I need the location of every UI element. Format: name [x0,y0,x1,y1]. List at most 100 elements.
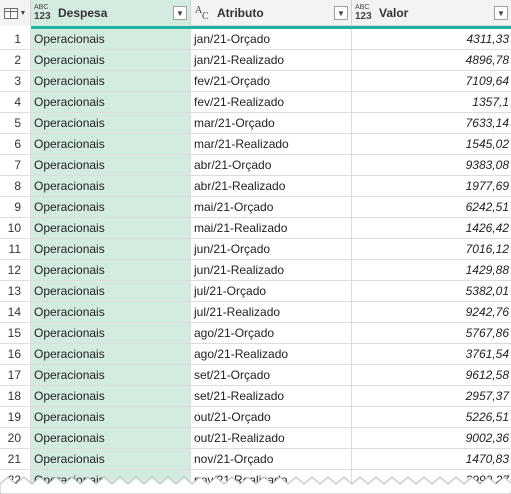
cell-atributo[interactable]: jun/21-Realizado [191,260,352,280]
cell-despesa[interactable]: Operacionais [31,134,191,154]
cell-atributo[interactable]: nov/21-Orçado [191,449,352,469]
cell-despesa[interactable]: Operacionais [31,50,191,70]
row-number[interactable]: 5 [0,113,31,133]
row-number[interactable]: 21 [0,449,31,469]
row-number[interactable]: 15 [0,323,31,343]
table-row[interactable]: 4 Operacionais fev/21-Realizado 1357,1 [0,92,511,113]
cell-valor[interactable]: 4896,78 [352,50,511,70]
cell-despesa[interactable]: Operacionais [31,428,191,448]
row-number[interactable]: 8 [0,176,31,196]
cell-despesa[interactable]: Operacionais [31,113,191,133]
cell-valor[interactable]: 1429,88 [352,260,511,280]
cell-despesa[interactable]: Operacionais [31,323,191,343]
row-number[interactable]: 20 [0,428,31,448]
table-row[interactable]: 7 Operacionais abr/21-Orçado 9383,08 [0,155,511,176]
table-row[interactable]: 11 Operacionais jun/21-Orçado 7016,12 [0,239,511,260]
cell-valor[interactable]: 7016,12 [352,239,511,259]
cell-valor[interactable]: 7109,64 [352,71,511,91]
table-row[interactable]: 2 Operacionais jan/21-Realizado 4896,78 [0,50,511,71]
row-number[interactable]: 1 [0,29,31,49]
table-row[interactable]: 16 Operacionais ago/21-Realizado 3761,54 [0,344,511,365]
cell-valor[interactable]: 1977,69 [352,176,511,196]
table-row[interactable]: 20 Operacionais out/21-Realizado 9002,36 [0,428,511,449]
row-number[interactable]: 6 [0,134,31,154]
row-number[interactable]: 13 [0,281,31,301]
table-row[interactable]: 21 Operacionais nov/21-Orçado 1470,83 [0,449,511,470]
cell-despesa[interactable]: Operacionais [31,176,191,196]
cell-valor[interactable]: 6242,51 [352,197,511,217]
table-row[interactable]: 6 Operacionais mar/21-Realizado 1545,02 [0,134,511,155]
cell-valor[interactable]: 1470,83 [352,449,511,469]
cell-despesa[interactable]: Operacionais [31,218,191,238]
cell-valor[interactable]: 9002,36 [352,428,511,448]
cell-valor[interactable]: 9242,76 [352,302,511,322]
cell-atributo[interactable]: jan/21-Orçado [191,29,352,49]
cell-despesa[interactable]: Operacionais [31,260,191,280]
cell-atributo[interactable]: abr/21-Realizado [191,176,352,196]
cell-atributo[interactable]: set/21-Realizado [191,386,352,406]
row-number[interactable]: 14 [0,302,31,322]
row-number[interactable]: 4 [0,92,31,112]
cell-despesa[interactable]: Operacionais [31,365,191,385]
cell-despesa[interactable]: Operacionais [31,386,191,406]
row-number[interactable]: 16 [0,344,31,364]
row-number[interactable]: 3 [0,71,31,91]
chevron-down-icon[interactable]: ▼ [173,6,187,20]
cell-atributo[interactable]: jul/21-Realizado [191,302,352,322]
cell-despesa[interactable]: Operacionais [31,92,191,112]
chevron-down-icon[interactable]: ▼ [334,6,348,20]
table-row[interactable]: 15 Operacionais ago/21-Orçado 5767,86 [0,323,511,344]
row-number[interactable]: 17 [0,365,31,385]
column-header-atributo[interactable]: AC Atributo ▼ [191,0,352,26]
column-header-despesa[interactable]: ABC 123 Despesa ▼ [31,0,191,26]
table-row[interactable]: 9 Operacionais mai/21-Orçado 6242,51 [0,197,511,218]
row-number[interactable]: 10 [0,218,31,238]
cell-despesa[interactable]: Operacionais [31,281,191,301]
chevron-down-icon[interactable]: ▼ [494,6,508,20]
cell-valor[interactable]: 4311,33 [352,29,511,49]
cell-valor[interactable]: 9383,08 [352,155,511,175]
cell-atributo[interactable]: mai/21-Orçado [191,197,352,217]
cell-despesa[interactable]: Operacionais [31,239,191,259]
table-row[interactable]: 14 Operacionais jul/21-Realizado 9242,76 [0,302,511,323]
table-row[interactable]: 8 Operacionais abr/21-Realizado 1977,69 [0,176,511,197]
cell-atributo[interactable]: jan/21-Realizado [191,50,352,70]
cell-despesa[interactable]: Operacionais [31,407,191,427]
cell-valor[interactable]: 9612,58 [352,365,511,385]
table-row[interactable]: 1 Operacionais jan/21-Orçado 4311,33 [0,29,511,50]
cell-despesa[interactable]: Operacionais [31,197,191,217]
cell-atributo[interactable]: fev/21-Realizado [191,92,352,112]
column-header-valor[interactable]: ABC 123 Valor ▼ [352,0,511,26]
row-number[interactable]: 11 [0,239,31,259]
table-row[interactable]: 12 Operacionais jun/21-Realizado 1429,88 [0,260,511,281]
table-row[interactable]: 13 Operacionais jul/21-Orçado 5382,01 [0,281,511,302]
cell-atributo[interactable]: jul/21-Orçado [191,281,352,301]
row-number[interactable]: 12 [0,260,31,280]
cell-valor[interactable]: 5767,86 [352,323,511,343]
table-row[interactable]: 3 Operacionais fev/21-Orçado 7109,64 [0,71,511,92]
cell-despesa[interactable]: Operacionais [31,449,191,469]
cell-valor[interactable]: 7633,14 [352,113,511,133]
row-number[interactable]: 7 [0,155,31,175]
cell-valor[interactable]: 1545,02 [352,134,511,154]
table-row[interactable]: 18 Operacionais set/21-Realizado 2957,37 [0,386,511,407]
cell-atributo[interactable]: mar/21-Realizado [191,134,352,154]
cell-atributo[interactable]: ago/21-Realizado [191,344,352,364]
cell-valor[interactable]: 3761,54 [352,344,511,364]
cell-atributo[interactable]: mar/21-Orçado [191,113,352,133]
cell-despesa[interactable]: Operacionais [31,344,191,364]
cell-atributo[interactable]: fev/21-Orçado [191,71,352,91]
cell-valor[interactable]: 5382,01 [352,281,511,301]
cell-atributo[interactable]: mai/21-Realizado [191,218,352,238]
cell-despesa[interactable]: Operacionais [31,29,191,49]
table-menu-button[interactable]: ▼ [0,0,31,26]
table-row[interactable]: 5 Operacionais mar/21-Orçado 7633,14 [0,113,511,134]
row-number[interactable]: 2 [0,50,31,70]
row-number[interactable]: 19 [0,407,31,427]
cell-valor[interactable]: 5226,51 [352,407,511,427]
cell-atributo[interactable]: ago/21-Orçado [191,323,352,343]
cell-despesa[interactable]: Operacionais [31,155,191,175]
row-number[interactable]: 18 [0,386,31,406]
cell-valor[interactable]: 2957,37 [352,386,511,406]
cell-valor[interactable]: 1426,42 [352,218,511,238]
